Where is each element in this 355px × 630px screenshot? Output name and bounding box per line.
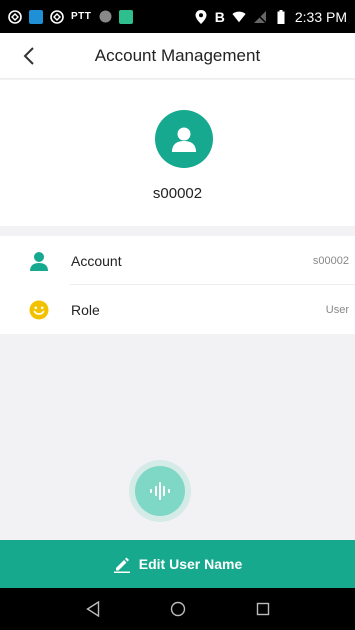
person-icon [28, 250, 50, 272]
audio-wave-icon [150, 482, 170, 500]
person-icon [172, 127, 196, 152]
page-title: Account Management [94, 45, 261, 65]
status-bar: PTT B 2:33 PM [0, 0, 355, 33]
smiley-icon [28, 299, 50, 321]
signal-icon [253, 10, 267, 24]
pencil-icon [113, 555, 131, 573]
account-info-list: Account s00002 Role User [0, 236, 355, 334]
list-item-role: Role User [0, 285, 355, 334]
nav-home-button[interactable] [163, 594, 193, 624]
account-value: s00002 [312, 254, 349, 267]
triangle-back-icon [85, 601, 99, 617]
edit-user-name-label: Edit User Name [138, 556, 243, 572]
clock: 2:33 PM [294, 8, 347, 25]
circle-home-icon [170, 601, 185, 617]
chevron-left-icon [23, 47, 34, 65]
account-label: Account [71, 252, 122, 269]
square-recents-icon [256, 602, 269, 616]
list-item-account: Account s00002 [0, 236, 355, 285]
carrier-letter: B [214, 8, 225, 25]
nav-back-button[interactable] [78, 594, 108, 624]
status-left-icons: PTT [8, 9, 134, 24]
wifi-icon [232, 10, 246, 24]
ptt-indicator: PTT [71, 11, 92, 22]
profile-username: s00002 [152, 185, 203, 202]
app-notification-icon-2 [50, 9, 64, 24]
battery-icon [274, 9, 288, 24]
gallery-notification-icon [29, 9, 43, 24]
system-nav-bar [0, 588, 355, 630]
location-icon [194, 9, 208, 24]
back-button[interactable] [16, 43, 42, 69]
role-label: Role [71, 301, 100, 318]
app-header: Account Management [0, 33, 355, 79]
avatar [155, 110, 213, 168]
voice-button[interactable] [135, 466, 185, 516]
profile-section: s00002 [0, 80, 355, 226]
app-notification-icon [8, 9, 22, 24]
record-dot-icon [98, 10, 112, 24]
status-right-icons: B 2:33 PM [194, 9, 347, 25]
nav-recents-button[interactable] [248, 594, 278, 624]
edit-user-name-button[interactable]: Edit User Name [0, 540, 355, 588]
app-green-icon [119, 9, 134, 24]
role-value: User [325, 303, 349, 316]
